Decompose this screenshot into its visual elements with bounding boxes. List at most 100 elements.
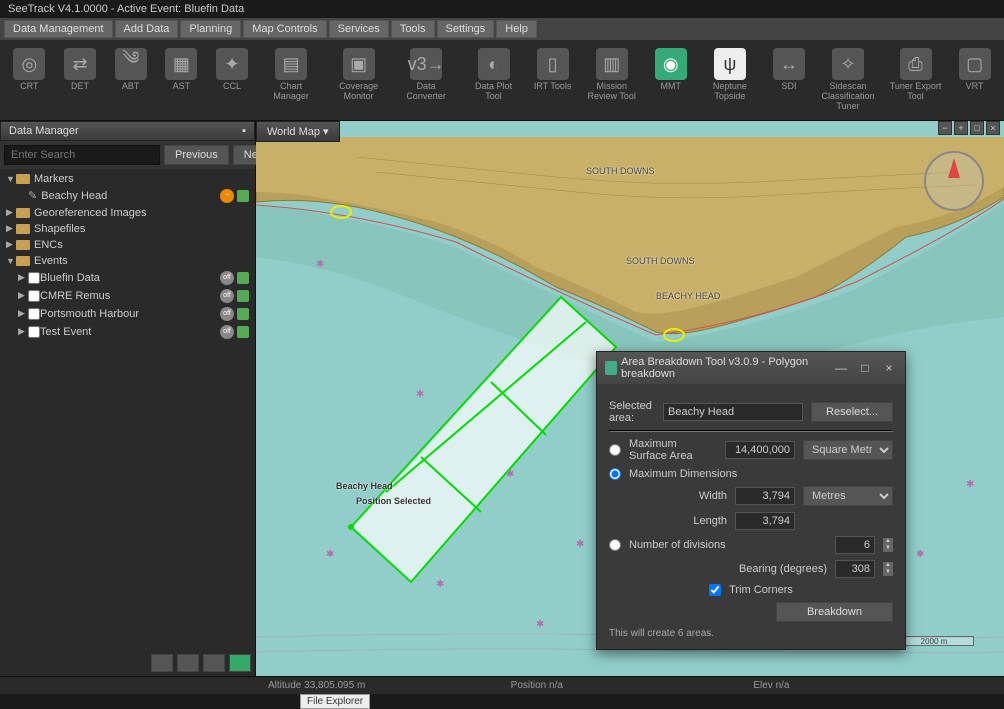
svg-text:✱: ✱ — [536, 619, 544, 630]
menu-help[interactable]: Help — [496, 20, 537, 38]
dialog-app-icon — [605, 361, 617, 375]
trim-corners-check[interactable] — [709, 584, 721, 596]
bearing-up-icon[interactable]: ▲ — [883, 562, 893, 569]
world-map-tab[interactable]: World Map ▾ — [256, 121, 340, 142]
marker-visible-icon[interactable] — [237, 190, 249, 202]
label-beachy-head: BEACHY HEAD — [656, 291, 720, 301]
label-south-downs-1: SOUTH DOWNS — [586, 166, 655, 176]
tree-marker-beachy-head[interactable]: ✎Beachy Head − — [2, 187, 253, 205]
tool-data-plot[interactable]: ◐Data Plot Tool — [464, 44, 523, 116]
menu-data-management[interactable]: Data Management — [4, 20, 113, 38]
selected-area-label: Selected area: — [609, 400, 655, 424]
tree-events[interactable]: ▼Events — [2, 253, 253, 269]
svg-text:✱: ✱ — [576, 539, 584, 550]
panel-bottom-tools — [0, 650, 255, 676]
btool-2[interactable] — [177, 654, 199, 672]
left-panel: Data Manager▪ Previous Next ▼Markers ✎Be… — [0, 121, 256, 676]
divisions-input[interactable] — [835, 536, 875, 554]
tool-coverage-monitor[interactable]: ▣Coverage Monitor — [329, 44, 388, 116]
map-ctl-3[interactable]: □ — [970, 121, 984, 135]
menu-planning[interactable]: Planning — [180, 20, 241, 38]
tool-ast[interactable]: ▦AST — [160, 44, 203, 116]
tree-event-test[interactable]: ▶ Test Eventoff — [2, 323, 253, 341]
dialog-maximize-icon[interactable]: □ — [857, 361, 873, 375]
width-input[interactable] — [735, 487, 795, 505]
tool-det[interactable]: ⇄DET — [59, 44, 102, 116]
dialog-minimize-icon[interactable]: — — [833, 361, 849, 375]
msa-value-input[interactable] — [725, 441, 795, 459]
tool-sdi[interactable]: ↔SDI — [768, 44, 811, 116]
svg-text:✱: ✱ — [506, 469, 514, 480]
tree-event-portsmouth[interactable]: ▶ Portsmouth Harbouroff — [2, 305, 253, 323]
map-area[interactable]: World Map ▾ − + □ × — [256, 121, 1004, 676]
bearing-input[interactable] — [835, 560, 875, 578]
tool-vrt[interactable]: ▢VRT — [953, 44, 996, 116]
svg-text:✱: ✱ — [326, 549, 334, 560]
status-elevation: Elev n/a — [753, 680, 996, 691]
status-position: Position n/a — [511, 680, 754, 691]
scale-bar: 2000 m — [894, 636, 974, 646]
radio-max-surface-area[interactable] — [609, 444, 621, 456]
div-up-icon[interactable]: ▲ — [883, 538, 893, 545]
search-input[interactable] — [4, 145, 160, 165]
tab-dropdown-icon[interactable]: ▾ — [323, 126, 329, 138]
tool-ccl[interactable]: ✦CCL — [211, 44, 254, 116]
tool-sidescan-tuner[interactable]: ✧Sidescan Classification Tuner — [818, 44, 877, 116]
tool-tuner-export[interactable]: ⎙Tuner Export Tool — [886, 44, 945, 116]
tool-irt[interactable]: ▯IRT Tools — [531, 44, 574, 116]
div-down-icon[interactable]: ▼ — [883, 545, 893, 552]
previous-button[interactable]: Previous — [164, 145, 229, 165]
tool-data-converter[interactable]: v3→Data Converter — [396, 44, 455, 116]
btool-3[interactable] — [203, 654, 225, 672]
map-ctl-1[interactable]: − — [938, 121, 952, 135]
bearing-down-icon[interactable]: ▼ — [883, 569, 893, 576]
tool-abt[interactable]: ༄ABT — [109, 44, 152, 116]
tool-mmt[interactable]: ◉MMT — [649, 44, 692, 116]
dialog-message: This will create 6 areas. — [609, 628, 893, 639]
file-explorer-tab[interactable]: File Explorer — [300, 694, 370, 709]
tree-encs[interactable]: ▶ENCs — [2, 237, 253, 253]
tree-markers[interactable]: ▼Markers — [2, 171, 253, 187]
svg-text:✱: ✱ — [916, 549, 924, 560]
menu-services[interactable]: Services — [329, 20, 389, 38]
map-ctl-4[interactable]: × — [986, 121, 1000, 135]
tool-mission-review[interactable]: ▥Mission Review Tool — [582, 44, 641, 116]
svg-text:✱: ✱ — [436, 579, 444, 590]
menu-bar: Data Management Add Data Planning Map Co… — [0, 18, 1004, 40]
svg-text:✱: ✱ — [316, 259, 324, 270]
area-breakdown-dialog: Area Breakdown Tool v3.0.9 - Polygon bre… — [596, 351, 906, 650]
msa-unit-select[interactable]: Square Metres — [803, 440, 893, 460]
radio-max-dimensions[interactable] — [609, 468, 621, 480]
tool-neptune[interactable]: ψNeptune Topside — [700, 44, 759, 116]
tool-crt[interactable]: ◎CRT — [8, 44, 51, 116]
breakdown-button[interactable]: Breakdown — [776, 602, 893, 622]
radio-num-divisions[interactable] — [609, 539, 621, 551]
tool-chart-manager[interactable]: ▤Chart Manager — [261, 44, 320, 116]
map-ctl-2[interactable]: + — [954, 121, 968, 135]
label-south-downs-2: SOUTH DOWNS — [626, 256, 695, 266]
status-bar: Altitude 33,805.095 m Position n/a Elev … — [0, 676, 1004, 694]
tree-shapefiles[interactable]: ▶Shapefiles — [2, 221, 253, 237]
svg-text:✱: ✱ — [416, 389, 424, 400]
menu-tools[interactable]: Tools — [391, 20, 435, 38]
tree-georef-images[interactable]: ▶Georeferenced Images — [2, 205, 253, 221]
panel-close-icon[interactable]: ▪ — [242, 125, 246, 137]
compass[interactable] — [924, 151, 984, 211]
label-position-selected: Position Selected — [356, 496, 431, 506]
btool-1[interactable] — [151, 654, 173, 672]
btool-4[interactable] — [229, 654, 251, 672]
reselect-button[interactable]: Reselect... — [811, 402, 893, 422]
dialog-close-icon[interactable]: × — [881, 361, 897, 375]
tree-event-bluefin[interactable]: ▶ Bluefin Dataoff — [2, 269, 253, 287]
marker-badge-icon[interactable]: − — [220, 189, 234, 203]
menu-add-data[interactable]: Add Data — [115, 20, 179, 38]
selected-area-input[interactable] — [663, 403, 803, 421]
tree-event-cmre-remus[interactable]: ▶ CMRE Remusoff — [2, 287, 253, 305]
dialog-title-bar[interactable]: Area Breakdown Tool v3.0.9 - Polygon bre… — [597, 352, 905, 384]
menu-settings[interactable]: Settings — [437, 20, 495, 38]
data-manager-header: Data Manager▪ — [0, 121, 255, 141]
width-unit-select[interactable]: Metres — [803, 486, 893, 506]
menu-map-controls[interactable]: Map Controls — [243, 20, 326, 38]
length-input[interactable] — [735, 512, 795, 530]
svg-text:✱: ✱ — [966, 479, 974, 490]
